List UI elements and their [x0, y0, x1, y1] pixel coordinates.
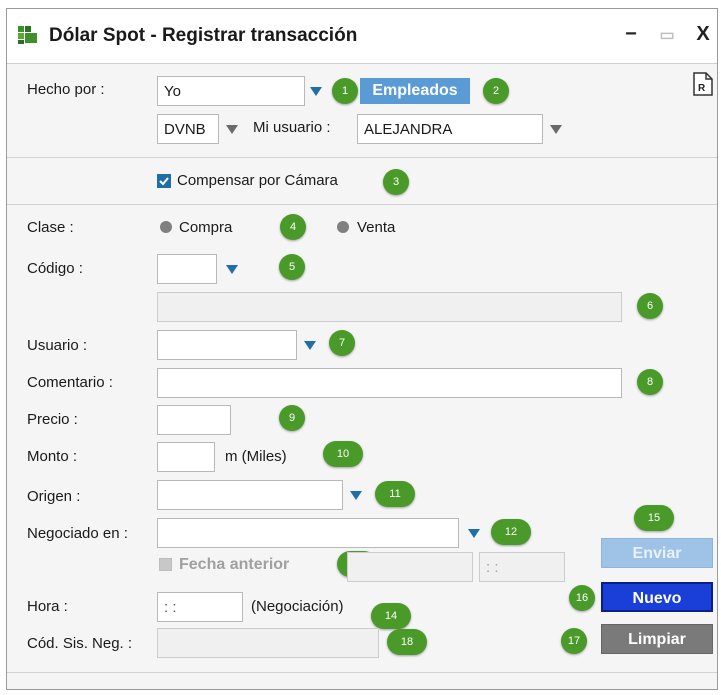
usuario-label: Usuario :	[27, 337, 88, 354]
radio-compra[interactable]	[160, 221, 172, 233]
callout-badge: 15	[634, 505, 674, 531]
cod-sis-neg-label: Cód. Sis. Neg. :	[27, 635, 133, 652]
window-title: Dólar Spot - Registrar transacción	[49, 25, 358, 46]
maximize-button[interactable]: ▭	[655, 25, 679, 45]
compensar-label: Compensar por Cámara	[177, 172, 338, 189]
divider	[7, 157, 717, 158]
close-button[interactable]: X	[691, 23, 715, 46]
callout-badge: 11	[375, 481, 415, 507]
negociado-en-select[interactable]	[157, 518, 459, 548]
precio-label: Precio :	[27, 411, 78, 428]
usuario-select[interactable]	[157, 330, 297, 360]
mi-usuario-select[interactable]: ALEJANDRA	[357, 114, 543, 144]
callout-badge: 2	[483, 78, 509, 104]
codigo-description-field	[157, 292, 622, 322]
divider	[7, 204, 717, 205]
empleados-button[interactable]: Empleados	[360, 78, 470, 104]
origen-label: Origen :	[27, 488, 81, 505]
divider	[7, 672, 717, 673]
limpiar-button[interactable]: Limpiar	[601, 624, 713, 654]
hora-label: Hora :	[27, 598, 68, 615]
dialog-window: Dólar Spot - Registrar transacción − ▭ X…	[6, 8, 718, 690]
chevron-down-icon[interactable]	[545, 114, 567, 144]
enviar-button[interactable]: Enviar	[601, 538, 713, 568]
svg-text:R: R	[698, 83, 706, 94]
chevron-down-icon[interactable]	[299, 330, 321, 360]
callout-badge: 9	[279, 405, 305, 431]
fecha-anterior-label: Fecha anterior	[179, 556, 290, 573]
comentario-input[interactable]	[157, 368, 622, 398]
hecho-por-label: Hecho por :	[27, 81, 105, 98]
fecha-anterior-date-field	[347, 552, 473, 582]
hora-input[interactable]: : :	[157, 592, 243, 622]
hecho-por-select[interactable]: Yo	[157, 76, 305, 106]
codigo-label: Código :	[27, 260, 83, 277]
report-icon[interactable]: R	[693, 72, 713, 96]
fecha-anterior-checkbox[interactable]	[159, 558, 172, 571]
callout-badge: 14	[371, 603, 411, 629]
chevron-down-icon[interactable]	[221, 114, 243, 144]
callout-badge: 1	[332, 78, 358, 104]
precio-input[interactable]	[157, 405, 231, 435]
form-body: R Hecho por : Yo 1 Empleados 2 DVNB Mi u…	[7, 64, 717, 689]
callout-badge: 6	[637, 293, 663, 319]
hora-suffix-label: (Negociación)	[251, 598, 344, 615]
monto-input[interactable]	[157, 442, 215, 472]
checkbox-checked-icon[interactable]	[157, 174, 171, 188]
monto-label: Monto :	[27, 448, 78, 465]
dvnb-select[interactable]: DVNB	[157, 114, 219, 144]
origen-select[interactable]	[157, 480, 343, 510]
callout-badge: 7	[329, 330, 355, 356]
radio-venta[interactable]	[337, 221, 349, 233]
callout-badge: 4	[280, 214, 306, 240]
chevron-down-icon[interactable]	[463, 518, 485, 548]
callout-badge: 10	[323, 441, 363, 467]
callout-badge: 5	[279, 254, 305, 280]
callout-badge: 3	[383, 169, 409, 195]
fecha-anterior-time-field: : :	[479, 552, 565, 582]
chevron-down-icon[interactable]	[305, 76, 327, 106]
radio-venta-label: Venta	[357, 219, 396, 236]
clase-label: Clase :	[27, 219, 74, 236]
monto-unit-label: m (Miles)	[225, 448, 287, 465]
callout-badge: 8	[637, 369, 663, 395]
chevron-down-icon[interactable]	[345, 480, 367, 510]
radio-compra-label: Compra	[179, 219, 233, 236]
comentario-label: Comentario :	[27, 374, 113, 391]
callout-badge: 12	[491, 519, 531, 545]
cod-sis-neg-field	[157, 628, 379, 658]
chevron-down-icon[interactable]	[221, 254, 243, 284]
callout-badge: 16	[569, 585, 595, 611]
negociado-en-label: Negociado en :	[27, 525, 128, 542]
app-logo-icon	[18, 26, 37, 44]
title-bar: Dólar Spot - Registrar transacción − ▭ X	[7, 9, 717, 64]
nuevo-button[interactable]: Nuevo	[601, 582, 713, 612]
mi-usuario-label: Mi usuario :	[253, 119, 331, 136]
minimize-button[interactable]: −	[619, 23, 643, 46]
callout-badge: 17	[561, 628, 587, 654]
codigo-select[interactable]	[157, 254, 217, 284]
callout-badge: 18	[387, 629, 427, 655]
